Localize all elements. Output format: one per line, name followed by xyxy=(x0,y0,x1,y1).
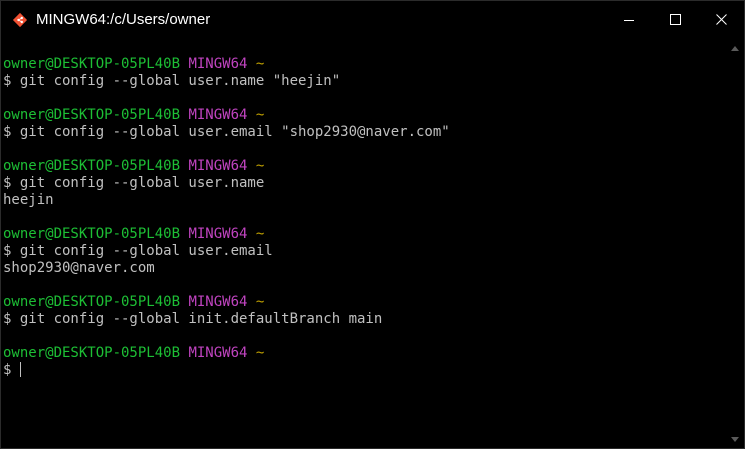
input-line[interactable]: $ xyxy=(1,362,728,379)
git-bash-icon[interactable] xyxy=(11,11,29,29)
title-bar[interactable]: MINGW64:/c/Users/owner xyxy=(1,1,744,38)
minimize-icon[interactable] xyxy=(606,1,652,38)
prompt-line: owner@DESKTOP-05PL40B MINGW64 ~ xyxy=(1,56,728,73)
prompt-env: MINGW64 xyxy=(188,345,248,361)
prompt-env: MINGW64 xyxy=(188,226,248,242)
close-icon[interactable] xyxy=(698,1,744,38)
prompt-path: ~ xyxy=(255,56,265,72)
prompt-line: owner@DESKTOP-05PL40B MINGW64 ~ xyxy=(1,294,728,311)
scroll-down-icon[interactable] xyxy=(731,437,739,442)
prompt-user: owner@DESKTOP-05PL40B xyxy=(3,226,181,242)
prompt-path: ~ xyxy=(255,294,265,310)
maximize-icon[interactable] xyxy=(652,1,698,38)
prompt-line: owner@DESKTOP-05PL40B MINGW64 ~ xyxy=(1,158,728,175)
command-output: heejin xyxy=(3,192,54,208)
prompt-user: owner@DESKTOP-05PL40B xyxy=(3,345,181,361)
prompt-line: owner@DESKTOP-05PL40B MINGW64 ~ xyxy=(1,226,728,243)
terminal-output[interactable]: owner@DESKTOP-05PL40B MINGW64 ~ $ git co… xyxy=(1,38,728,448)
prompt-path: ~ xyxy=(255,107,265,123)
prompt-user: owner@DESKTOP-05PL40B xyxy=(3,158,181,174)
prompt-path: ~ xyxy=(255,226,265,242)
window-title: MINGW64:/c/Users/owner xyxy=(36,11,211,28)
prompt-line: owner@DESKTOP-05PL40B MINGW64 ~ xyxy=(1,107,728,124)
prompt-env: MINGW64 xyxy=(188,294,248,310)
prompt-user: owner@DESKTOP-05PL40B xyxy=(3,107,181,123)
prompt-user: owner@DESKTOP-05PL40B xyxy=(3,56,181,72)
command-line: $ git config --global user.name xyxy=(3,175,265,191)
prompt-line: owner@DESKTOP-05PL40B MINGW64 ~ xyxy=(1,345,728,362)
command-line: $ git config --global init.defaultBranch… xyxy=(3,311,383,327)
text-cursor xyxy=(20,362,22,377)
git-bash-window: MINGW64:/c/Users/owner owner@DESKTOP-05P… xyxy=(0,0,745,449)
prompt-path: ~ xyxy=(255,158,265,174)
scroll-up-icon[interactable] xyxy=(731,46,739,51)
prompt-env: MINGW64 xyxy=(188,107,248,123)
command-line: $ git config --global user.name "heejin" xyxy=(3,73,341,89)
prompt-user: owner@DESKTOP-05PL40B xyxy=(3,294,181,310)
prompt-env: MINGW64 xyxy=(188,158,248,174)
vertical-scrollbar[interactable] xyxy=(727,38,744,448)
command-line: $ git config --global user.email "shop29… xyxy=(3,124,450,140)
command-prompt-symbol: $ xyxy=(3,362,12,378)
window-controls xyxy=(606,1,744,38)
prompt-path: ~ xyxy=(255,345,265,361)
command-output: shop2930@naver.com xyxy=(3,260,155,276)
prompt-env: MINGW64 xyxy=(188,56,248,72)
command-line: $ git config --global user.email xyxy=(3,243,273,259)
